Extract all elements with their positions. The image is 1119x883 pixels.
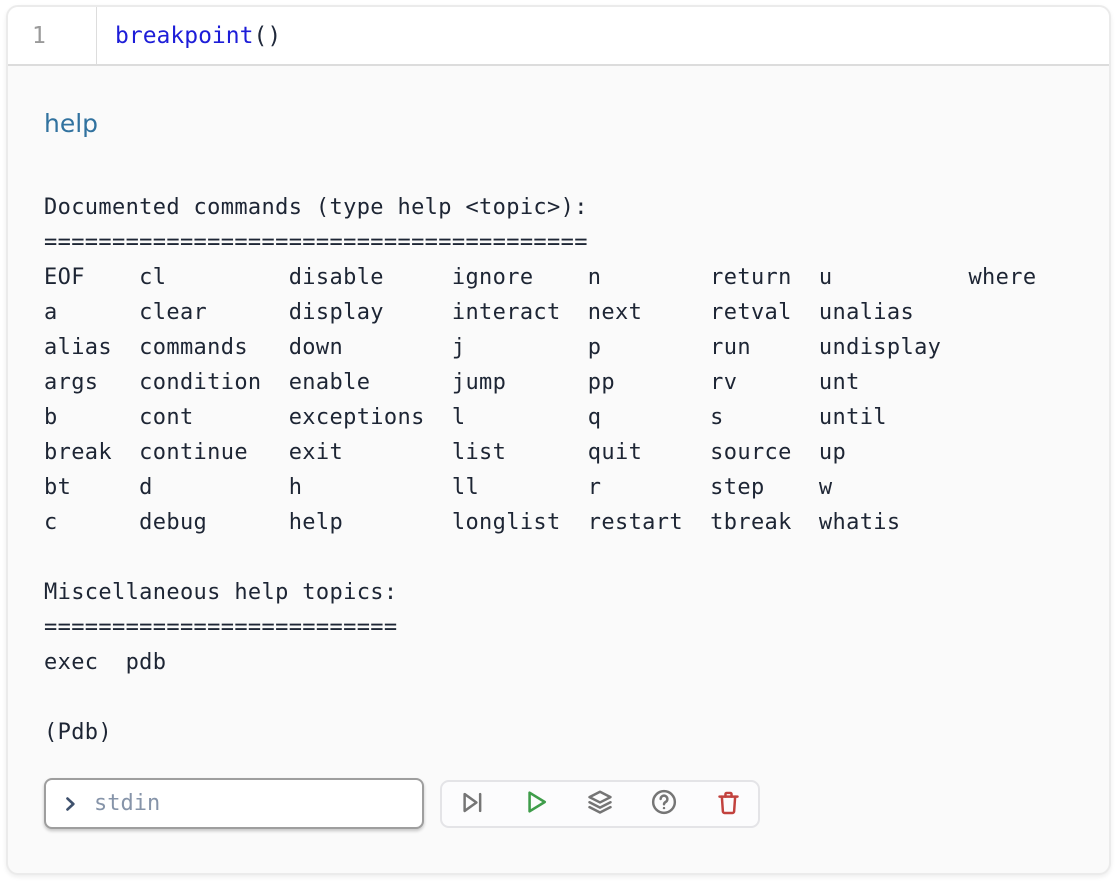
toolbar: [440, 780, 760, 828]
clear-button[interactable]: [708, 784, 748, 824]
stack-button[interactable]: [580, 784, 620, 824]
help-circle-icon: [650, 788, 678, 819]
play-icon: [522, 788, 550, 819]
code-token-punctuation: (): [253, 23, 281, 49]
code-editor[interactable]: 1 breakpoint(): [8, 7, 1109, 66]
code-token-builtin: breakpoint: [115, 23, 253, 49]
layers-icon: [586, 788, 614, 819]
output-area: help Documented commands (type help <top…: [8, 66, 1109, 829]
chevron-right-icon: [60, 794, 80, 814]
trash-icon: [715, 789, 742, 819]
skip-to-next-icon: [459, 789, 486, 819]
step-button[interactable]: [452, 784, 492, 824]
help-button[interactable]: [644, 784, 684, 824]
echoed-command: help: [44, 108, 1085, 140]
stdin-input[interactable]: [92, 790, 410, 817]
editor-gutter: 1: [8, 7, 97, 64]
run-button[interactable]: [516, 784, 556, 824]
console-controls: [44, 778, 1085, 829]
stdin-input-box[interactable]: [44, 778, 424, 829]
python-runner-panel: 1 breakpoint() help Documented commands …: [6, 5, 1111, 875]
code-line[interactable]: breakpoint(): [97, 7, 281, 64]
console-output: Documented commands (type help <topic>):…: [44, 190, 1085, 750]
line-number: 1: [32, 23, 46, 49]
